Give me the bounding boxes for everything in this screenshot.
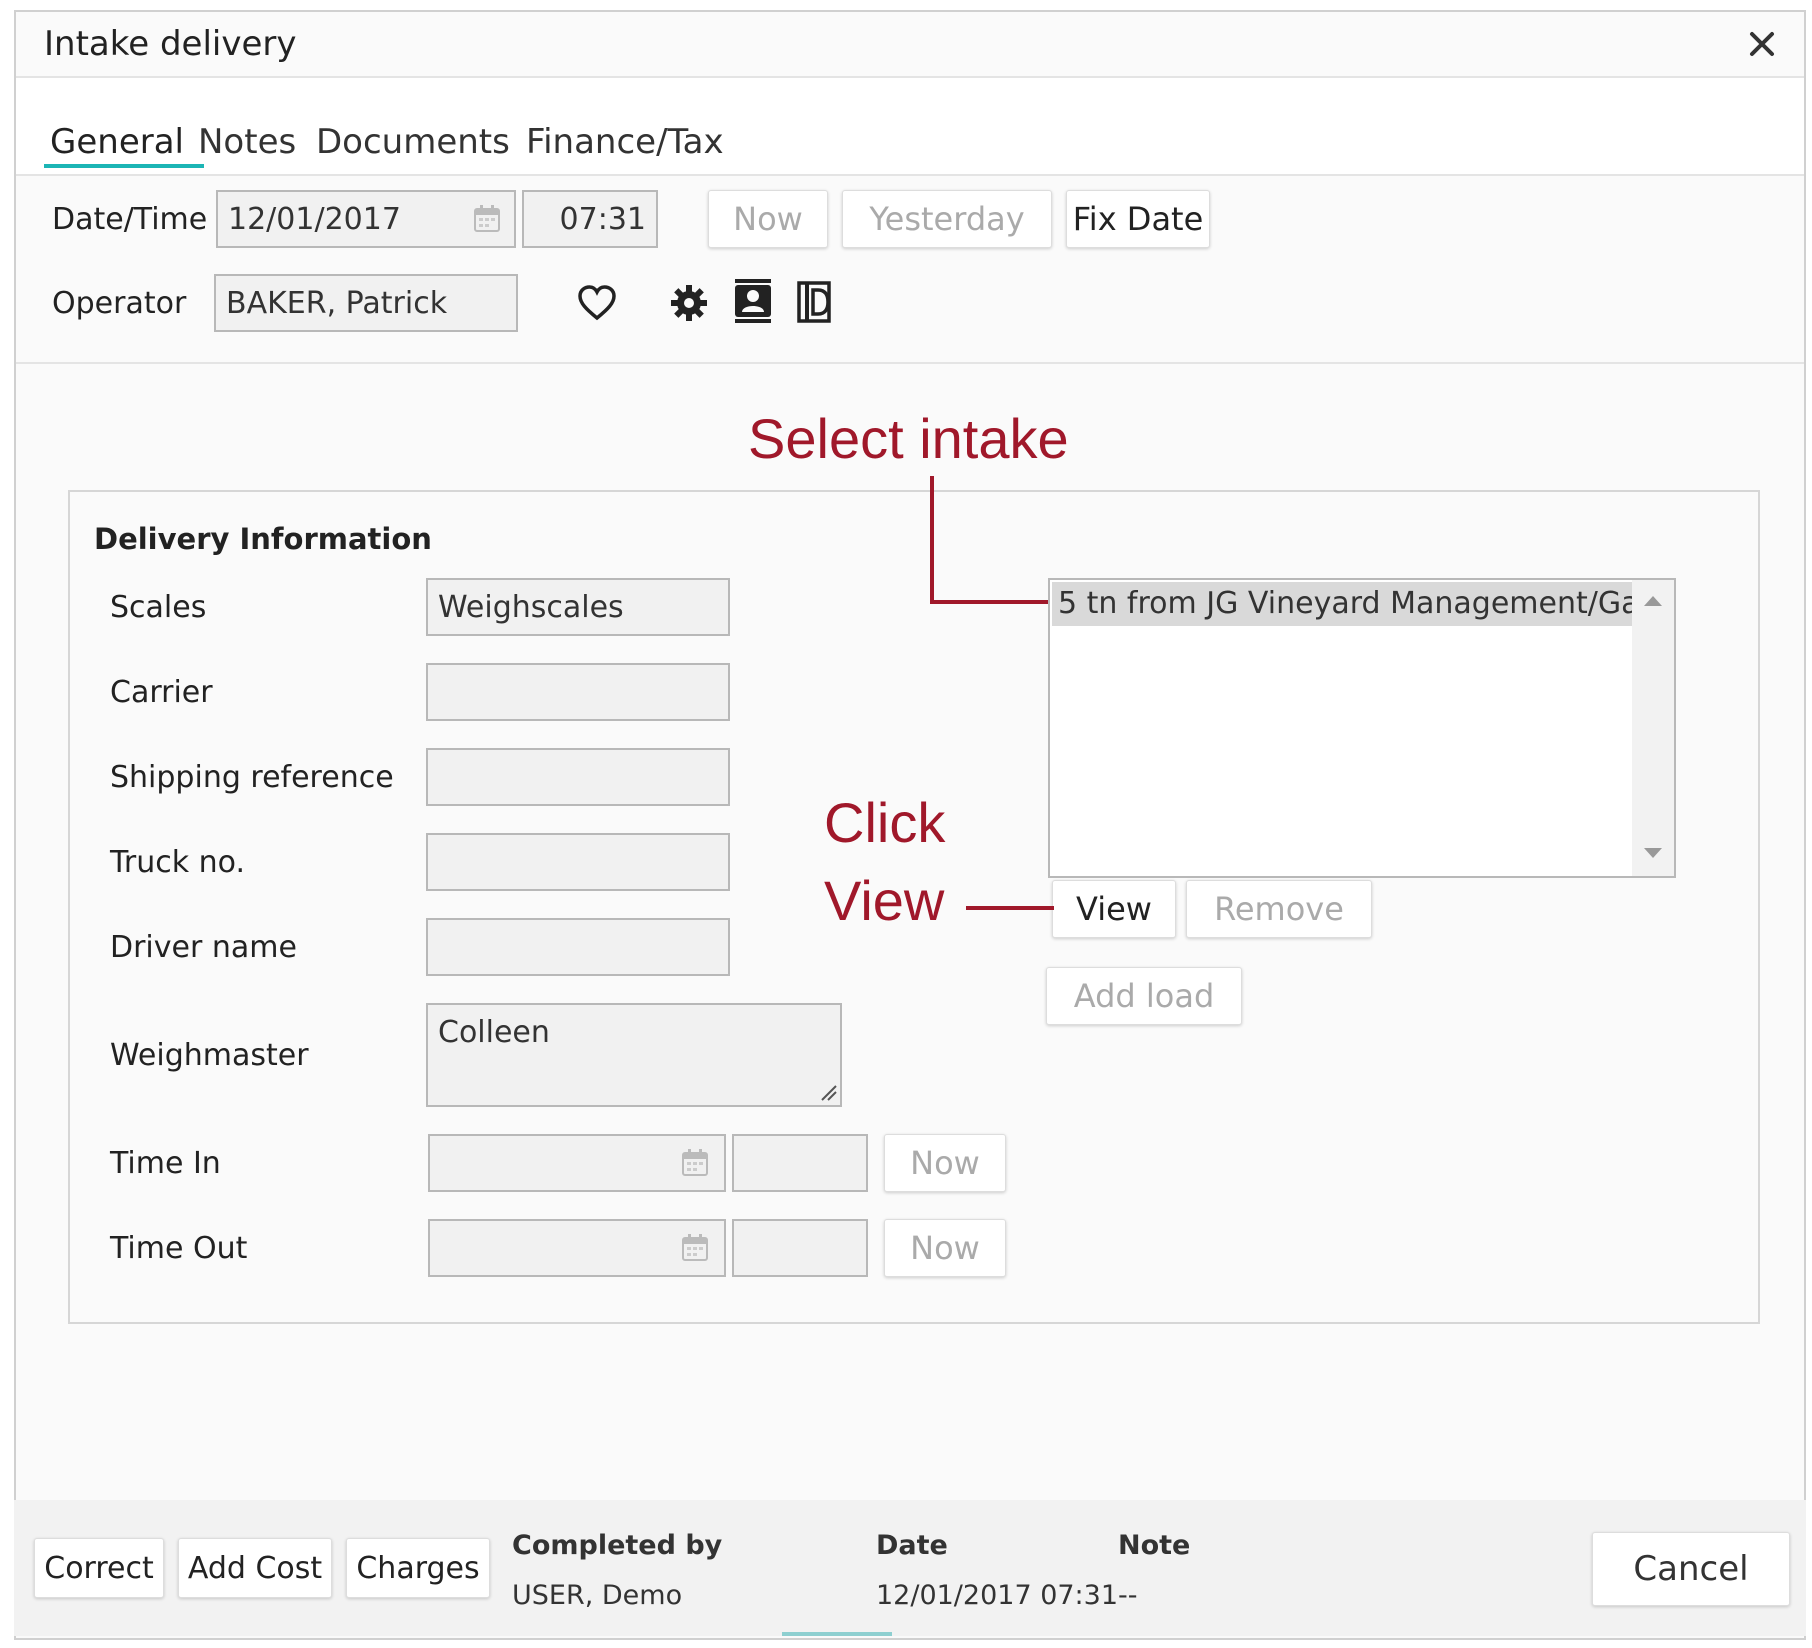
add-load-button[interactable]: Add load xyxy=(1046,967,1242,1025)
heart-icon[interactable] xyxy=(576,282,618,324)
list-item[interactable]: 5 tn from JG Vineyard Management/Ga xyxy=(1052,582,1636,626)
tab-documents[interactable]: Documents xyxy=(316,122,510,162)
truck-no-label: Truck no. xyxy=(110,845,246,880)
document-id-icon[interactable] xyxy=(796,280,836,324)
footer-scroll-indicator xyxy=(782,1632,892,1636)
operator-label: Operator xyxy=(52,286,187,321)
time-out-now-button[interactable]: Now xyxy=(884,1219,1006,1277)
charges-button[interactable]: Charges xyxy=(346,1538,490,1598)
time-input[interactable]: 07:31 xyxy=(522,190,658,248)
calendar-icon[interactable] xyxy=(680,1148,710,1178)
header-divider xyxy=(16,362,1804,364)
tab-finance-tax[interactable]: Finance/Tax xyxy=(526,122,724,162)
weighmaster-label: Weighmaster xyxy=(110,1038,309,1073)
datetime-label: Date/Time xyxy=(52,202,208,237)
gear-icon[interactable] xyxy=(668,282,710,324)
scroll-up-icon[interactable] xyxy=(1644,594,1662,606)
weighmaster-textarea[interactable]: Colleen xyxy=(426,1003,842,1107)
truck-no-input[interactable] xyxy=(426,833,730,891)
time-value: 07:31 xyxy=(559,201,646,237)
tab-bar: General Notes Documents Finance/Tax xyxy=(16,78,1804,176)
dialog-title: Intake delivery xyxy=(44,24,297,64)
intake-listbox[interactable]: 5 tn from JG Vineyard Management/Ga xyxy=(1048,578,1676,878)
correct-button[interactable]: Correct xyxy=(34,1538,164,1598)
annotation-select-intake: Select intake xyxy=(748,407,1069,470)
scales-label: Scales xyxy=(110,590,207,625)
tab-general[interactable]: General xyxy=(50,122,184,162)
yesterday-button[interactable]: Yesterday xyxy=(842,190,1052,248)
fix-date-button[interactable]: Fix Date xyxy=(1066,190,1210,248)
shipping-reference-input[interactable] xyxy=(426,748,730,806)
annotation-click: Click xyxy=(824,791,946,854)
time-in-time-input[interactable] xyxy=(732,1134,868,1192)
add-cost-button[interactable]: Add Cost xyxy=(178,1538,332,1598)
close-icon[interactable] xyxy=(1742,24,1782,64)
carrier-label: Carrier xyxy=(110,675,213,710)
annotation-view: View xyxy=(824,869,945,932)
annotation-arrow-select xyxy=(930,476,1048,604)
remove-button[interactable]: Remove xyxy=(1186,880,1372,938)
date-value: 12/01/2017 07:31 xyxy=(876,1580,1119,1611)
operator-input[interactable]: BAKER, Patrick xyxy=(214,274,518,332)
scales-value: Weighscales xyxy=(438,589,624,625)
now-button[interactable]: Now xyxy=(708,190,828,248)
time-out-label: Time Out xyxy=(110,1231,248,1266)
scroll-down-icon[interactable] xyxy=(1644,848,1662,860)
active-tab-indicator xyxy=(44,164,204,168)
panel-title: Delivery Information xyxy=(94,522,432,556)
listbox-scrollbar[interactable] xyxy=(1632,580,1674,876)
annotation-arrow-view xyxy=(966,906,1054,910)
completed-by-value: USER, Demo xyxy=(512,1580,683,1611)
cancel-button[interactable]: Cancel xyxy=(1592,1532,1790,1606)
calendar-icon[interactable] xyxy=(680,1233,710,1263)
weighmaster-value: Colleen xyxy=(438,1015,550,1050)
note-header: Note xyxy=(1118,1530,1191,1561)
contact-card-icon[interactable] xyxy=(732,278,774,324)
date-header: Date xyxy=(876,1530,948,1561)
carrier-input[interactable] xyxy=(426,663,730,721)
scales-input[interactable]: Weighscales xyxy=(426,578,730,636)
resize-handle-icon[interactable] xyxy=(818,1082,838,1102)
time-out-time-input[interactable] xyxy=(732,1219,868,1277)
shipping-reference-label: Shipping reference xyxy=(110,760,394,795)
time-in-label: Time In xyxy=(110,1146,221,1181)
title-bar: Intake delivery xyxy=(16,12,1804,78)
view-button[interactable]: View xyxy=(1052,880,1176,938)
tab-notes[interactable]: Notes xyxy=(198,122,296,162)
calendar-icon[interactable] xyxy=(472,204,502,234)
time-in-now-button[interactable]: Now xyxy=(884,1134,1006,1192)
driver-name-label: Driver name xyxy=(110,930,297,965)
date-value: 12/01/2017 xyxy=(228,201,401,237)
completed-by-header: Completed by xyxy=(512,1530,723,1561)
operator-value: BAKER, Patrick xyxy=(226,285,448,321)
driver-name-input[interactable] xyxy=(426,918,730,976)
note-value: -- xyxy=(1118,1580,1138,1611)
date-input[interactable]: 12/01/2017 xyxy=(216,190,516,248)
